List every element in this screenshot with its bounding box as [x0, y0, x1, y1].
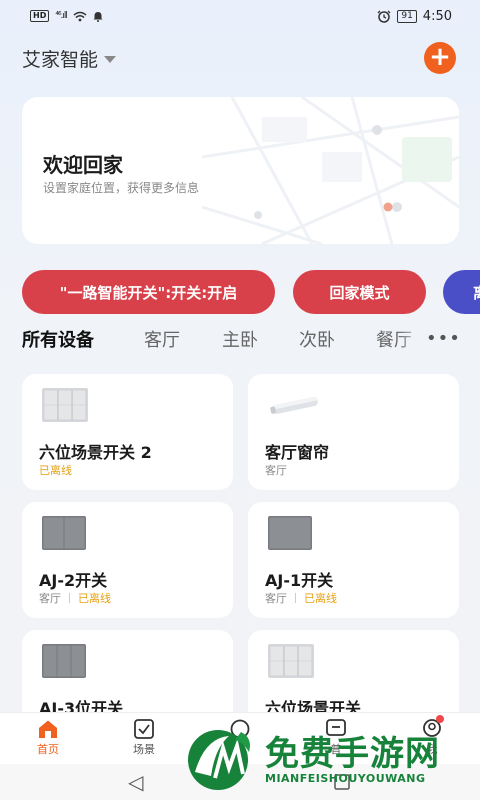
- nav-label: 首页: [37, 743, 59, 756]
- device-card[interactable]: 六位场景开关 2 已离线: [22, 374, 233, 490]
- tab-living-room[interactable]: 客厅: [144, 326, 180, 352]
- notification-bell-icon: [93, 11, 103, 22]
- device-meta: 已离线: [39, 462, 72, 478]
- divider: [69, 593, 70, 603]
- room-tabs: 所有设备 客厅 主卧 次卧 餐厅 •••: [22, 326, 480, 352]
- watermark-title: 免费手游网: [265, 734, 440, 774]
- device-meta: 客厅: [265, 462, 287, 478]
- notification-dot: [436, 715, 444, 723]
- divider: [295, 593, 296, 603]
- status-bar: HD ⁴⁶.ıll 91 4:50: [0, 0, 480, 32]
- home-icon: [39, 720, 57, 738]
- status-right: 91 4:50: [377, 9, 452, 24]
- tab-master-bedroom[interactable]: 主卧: [222, 326, 258, 352]
- one-gang-switch-image: [268, 516, 312, 550]
- status-left: HD ⁴⁶.ıll: [30, 10, 103, 22]
- device-name: 客厅窗帘: [265, 443, 330, 462]
- nav-scenes[interactable]: 场景: [114, 719, 174, 757]
- scene-row: "一路智能开关":开关:开启 回家模式 离: [22, 270, 480, 314]
- device-name: AJ-2开关: [39, 571, 108, 590]
- home-name: 艾家智能: [22, 48, 99, 71]
- nav-home[interactable]: 首页: [18, 719, 78, 757]
- alarm-icon: [377, 10, 391, 23]
- two-gang-switch-image: [42, 516, 86, 550]
- device-card[interactable]: AJ-2开关 客厅 已离线: [22, 502, 233, 618]
- wifi-icon: [73, 11, 87, 21]
- checkbox-icon: [134, 719, 154, 739]
- offline-status: 已离线: [39, 464, 72, 477]
- nav-label: 场景: [133, 743, 155, 756]
- device-meta: 客厅 已离线: [39, 590, 111, 606]
- six-gang-switch-image: [268, 644, 314, 678]
- watermark: 免费手游网 MIANFEISHOUYOUWANG: [185, 726, 475, 796]
- tab-fade: [397, 326, 427, 352]
- welcome-title: 欢迎回家: [43, 153, 123, 177]
- three-gang-switch-image: [42, 644, 86, 678]
- hd-badge: HD: [30, 10, 50, 22]
- welcome-card[interactable]: 欢迎回家 设置家庭位置，获得更多信息: [22, 97, 459, 244]
- device-name: 六位场景开关 2: [39, 443, 152, 462]
- device-name: AJ-1开关: [265, 571, 334, 590]
- device-meta: 客厅 已离线: [265, 590, 337, 606]
- device-room: 客厅: [265, 464, 287, 477]
- home-selector[interactable]: 艾家智能: [22, 45, 117, 72]
- header: 艾家智能 +: [22, 40, 456, 76]
- watermark-logo: [188, 730, 250, 790]
- scene-chip[interactable]: "一路智能开关":开关:开启: [22, 270, 275, 314]
- device-room: 客厅: [39, 592, 61, 605]
- scene-chip[interactable]: 离: [443, 270, 480, 314]
- offline-status: 已离线: [78, 592, 111, 605]
- clock: 4:50: [422, 8, 452, 24]
- curtain-motor-image: [270, 396, 318, 414]
- watermark-subtitle: MIANFEISHOUYOUWANG: [265, 772, 426, 785]
- welcome-subtitle: 设置家庭位置，获得更多信息: [43, 181, 200, 195]
- battery-indicator: 91: [397, 9, 417, 23]
- more-tabs-button[interactable]: •••: [426, 328, 461, 349]
- back-icon[interactable]: ◁: [128, 770, 143, 794]
- device-card[interactable]: 客厅窗帘 客厅: [248, 374, 459, 490]
- caret-down-icon: [104, 55, 117, 63]
- tab-second-bedroom[interactable]: 次卧: [299, 326, 335, 352]
- map-illustration: [202, 97, 459, 244]
- scene-chip[interactable]: 回家模式: [293, 270, 426, 314]
- signal-icon: ⁴⁶.ıll: [55, 11, 68, 21]
- tab-all-devices[interactable]: 所有设备: [22, 326, 94, 352]
- offline-status: 已离线: [304, 592, 337, 605]
- six-gang-switch-image: [42, 388, 88, 422]
- device-card[interactable]: AJ-1开关 客厅 已离线: [248, 502, 459, 618]
- device-room: 客厅: [265, 592, 287, 605]
- add-device-button[interactable]: +: [424, 42, 456, 74]
